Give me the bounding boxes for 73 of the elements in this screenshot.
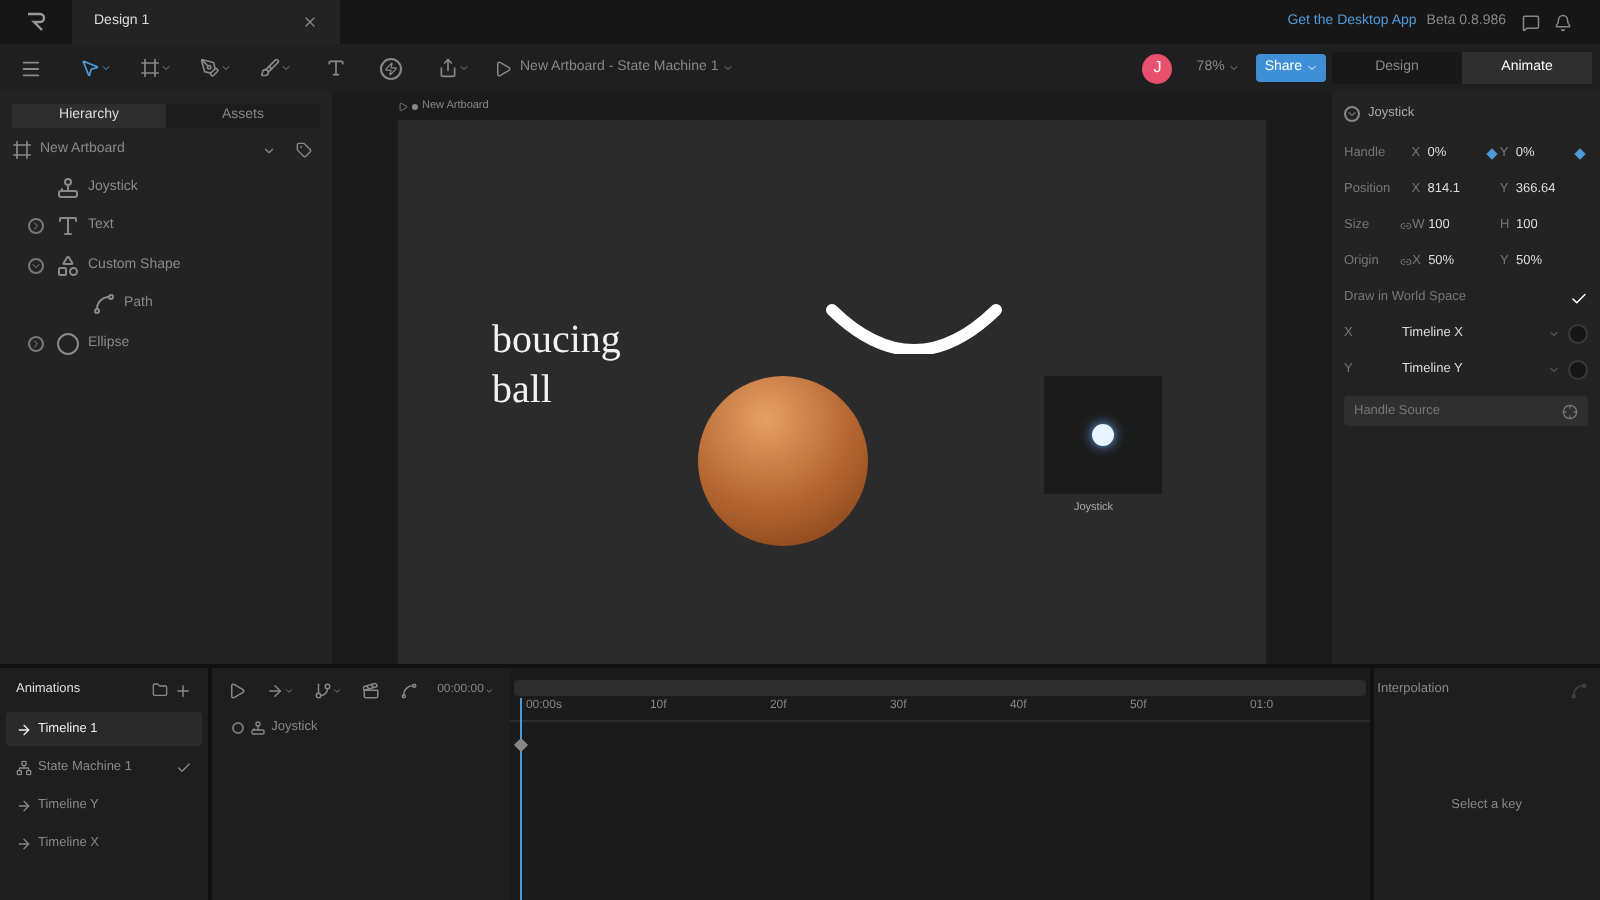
text-icon bbox=[56, 214, 80, 239]
add-icon[interactable] bbox=[173, 681, 192, 699]
expand-toggle[interactable] bbox=[28, 257, 44, 274]
caret-icon bbox=[220, 62, 232, 74]
brush-tool[interactable] bbox=[260, 58, 292, 78]
pointer-icon bbox=[80, 58, 100, 78]
path-icon bbox=[92, 292, 116, 317]
keyframe-icon[interactable] bbox=[513, 737, 528, 753]
pen-tool[interactable] bbox=[200, 58, 232, 78]
caret-icon bbox=[30, 259, 42, 272]
user-avatar[interactable]: J bbox=[1142, 53, 1173, 83]
loop-dropdown[interactable] bbox=[265, 681, 294, 699]
feedback-icon[interactable] bbox=[1522, 13, 1540, 31]
state-machine-icon bbox=[16, 759, 32, 775]
arrow-icon bbox=[265, 681, 284, 699]
circle-icon bbox=[56, 331, 80, 356]
caret-icon bbox=[1306, 62, 1318, 74]
folder-icon[interactable] bbox=[151, 682, 168, 698]
shapes-icon bbox=[56, 253, 80, 278]
pen-icon bbox=[200, 58, 220, 78]
notifications-icon[interactable] bbox=[1554, 13, 1572, 31]
expand-toggle[interactable] bbox=[28, 218, 44, 235]
joystick-icon bbox=[56, 175, 80, 200]
caret-icon bbox=[1228, 62, 1241, 74]
caret-icon bbox=[100, 62, 112, 74]
expand-toggle[interactable] bbox=[231, 722, 244, 734]
select-tool[interactable] bbox=[80, 58, 112, 78]
play-icon[interactable] bbox=[398, 101, 408, 111]
caret-icon bbox=[331, 685, 342, 695]
snap-dropdown[interactable] bbox=[313, 681, 342, 699]
text-tool[interactable] bbox=[326, 58, 346, 78]
checkbox[interactable] bbox=[1570, 289, 1588, 307]
check-icon bbox=[175, 759, 192, 775]
export-tool[interactable] bbox=[438, 58, 470, 78]
play-icon[interactable] bbox=[494, 59, 512, 77]
expand-toggle[interactable] bbox=[28, 335, 44, 352]
caret-icon bbox=[1548, 364, 1560, 376]
branch-icon bbox=[313, 681, 332, 699]
frame-icon bbox=[140, 58, 160, 78]
crosshair-icon bbox=[1562, 403, 1578, 419]
keyframe-icon[interactable] bbox=[1486, 148, 1498, 160]
close-icon[interactable] bbox=[302, 14, 318, 30]
artboard-icon bbox=[12, 140, 32, 160]
joystick-icon bbox=[249, 720, 266, 736]
caret-icon bbox=[160, 62, 172, 74]
link-icon[interactable] bbox=[1400, 256, 1413, 268]
chevron-right-icon bbox=[30, 220, 42, 233]
arrow-icon bbox=[16, 835, 32, 851]
chevron-right-icon bbox=[30, 337, 42, 350]
collapse-icon[interactable] bbox=[1344, 106, 1360, 122]
caret-icon bbox=[280, 62, 292, 74]
caret-icon bbox=[458, 62, 470, 74]
keyframe-icon[interactable] bbox=[1574, 148, 1586, 160]
brush-icon bbox=[260, 58, 280, 78]
caret-icon bbox=[283, 685, 294, 695]
canvas-text: boucing ball bbox=[492, 316, 623, 416]
caret-icon bbox=[1548, 328, 1560, 340]
caret-icon bbox=[483, 685, 494, 695]
tag-icon[interactable] bbox=[296, 142, 312, 158]
play-icon[interactable] bbox=[227, 681, 246, 699]
joystick-widget bbox=[1044, 376, 1162, 494]
arrow-icon bbox=[16, 721, 32, 737]
clip-icon[interactable] bbox=[361, 681, 380, 699]
curve-icon[interactable] bbox=[399, 681, 418, 699]
menu-icon[interactable] bbox=[20, 57, 42, 79]
frame-tool[interactable] bbox=[140, 58, 172, 78]
bolt-icon[interactable] bbox=[380, 57, 402, 79]
logo-icon[interactable] bbox=[26, 12, 46, 32]
arrow-icon bbox=[16, 797, 32, 813]
caret-icon[interactable] bbox=[262, 143, 276, 157]
caret-icon bbox=[722, 62, 735, 74]
link-icon[interactable] bbox=[1400, 220, 1413, 232]
export-icon bbox=[438, 58, 458, 78]
